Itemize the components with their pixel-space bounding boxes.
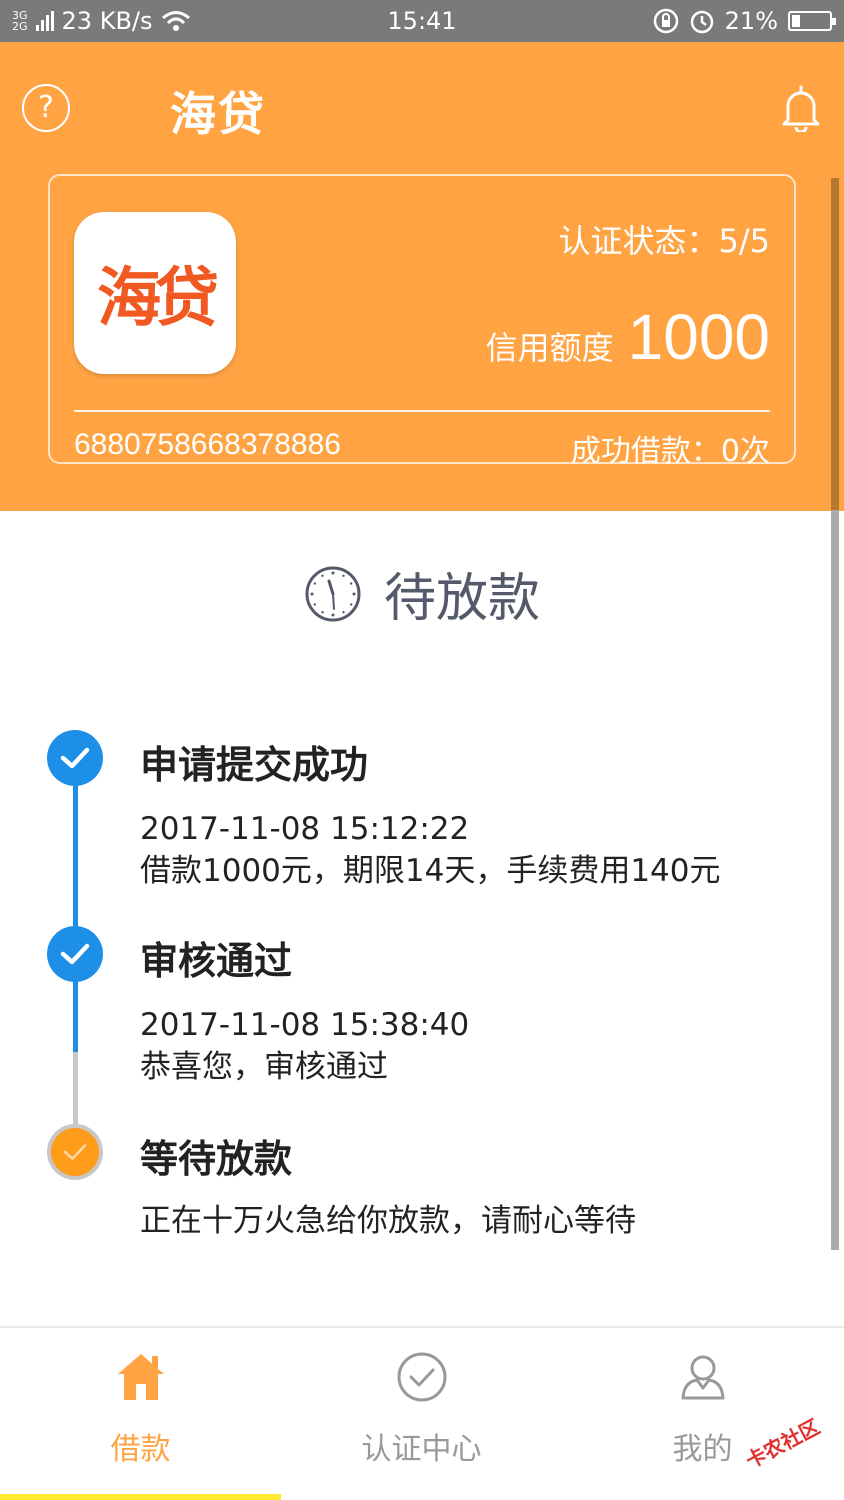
timeline-connector: [73, 786, 78, 1052]
timeline-step-3-marker: [47, 1124, 103, 1180]
header: ? 海贷 海贷 认证状态：5/5 信用额度 1000 6880758668378…: [0, 42, 844, 511]
nav-tab-loan[interactable]: 借款: [0, 1328, 281, 1500]
timeline-step-1-title: 申请提交成功: [140, 743, 369, 787]
timeline-step-1-marker: [47, 730, 103, 786]
credit-limit: 信用额度 1000: [486, 300, 770, 374]
status-bar: 3G 2G 23 KB/s 15:41 21%: [0, 0, 844, 42]
bottom-nav: 借款 认证中心 我的: [0, 1326, 844, 1500]
check-icon: [60, 747, 90, 769]
active-tab-indicator: [0, 1494, 281, 1500]
timeline-step-2-detail: 恭喜您，审核通过: [140, 1049, 388, 1085]
timeline-step-1-detail: 借款1000元，期限14天，手续费用140元: [140, 853, 721, 889]
battery-icon: [788, 11, 836, 31]
card-divider: [74, 410, 770, 412]
timeline-step-3-detail: 正在十万火急给你放款，请耐心等待: [140, 1203, 636, 1239]
app-title: 海贷: [170, 87, 266, 141]
nav-tab-loan-label: 借款: [110, 1432, 171, 1467]
rotation-lock-icon: [653, 8, 678, 34]
scrollbar[interactable]: [831, 178, 839, 1250]
help-icon[interactable]: ?: [22, 84, 70, 132]
nav-tab-certification[interactable]: 认证中心: [281, 1328, 562, 1500]
credit-limit-value: 1000: [627, 301, 770, 373]
timeline-step-2-time: 2017-11-08 15:38:40: [140, 1007, 470, 1043]
timeline-step-2-title: 审核通过: [140, 939, 293, 983]
timeline-step-1-time: 2017-11-08 15:12:22: [140, 811, 470, 847]
credit-card: 海贷 认证状态：5/5 信用额度 1000 6880758668378886 成…: [48, 174, 796, 469]
account-number: 6880758668378886: [74, 428, 341, 461]
check-icon: [60, 943, 90, 965]
timeline-step-3-title: 等待放款: [140, 1137, 293, 1181]
scrollbar-thumb[interactable]: [831, 178, 839, 510]
app-logo-text: 海贷: [97, 261, 219, 336]
timeline-step-2-marker: [47, 926, 103, 982]
status-right: 21%: [653, 7, 836, 35]
check-icon: [63, 1144, 87, 1160]
check-circle-icon: [397, 1352, 446, 1402]
bell-icon[interactable]: [780, 84, 822, 132]
clock-icon: [305, 566, 361, 621]
battery-fill: [792, 15, 800, 27]
loan-status: 待放款: [0, 556, 844, 631]
home-icon: [117, 1354, 164, 1400]
battery-percent: 21%: [724, 7, 778, 35]
successful-loan-count: 成功借款：0次: [570, 434, 770, 469]
alarm-icon: [690, 10, 713, 34]
nav-tab-certification-label: 认证中心: [361, 1432, 482, 1467]
credit-limit-label: 信用额度: [485, 329, 614, 367]
user-icon: [681, 1355, 724, 1400]
loan-status-text: 待放款: [383, 569, 540, 629]
certification-status: 认证状态：5/5: [558, 222, 770, 260]
timeline-connector-pending: [73, 1052, 78, 1128]
app-logo: 海贷: [74, 212, 236, 374]
nav-tab-mine[interactable]: 我的: [562, 1328, 843, 1500]
